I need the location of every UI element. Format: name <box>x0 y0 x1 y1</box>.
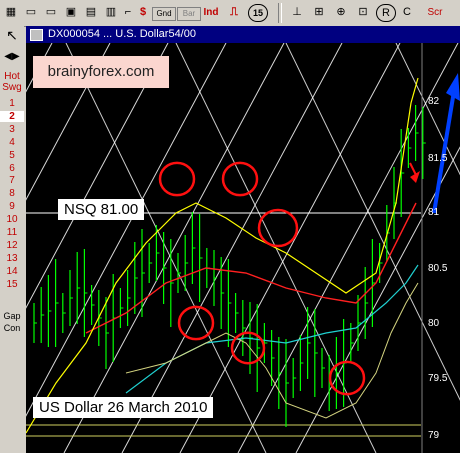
split-icon[interactable]: ⊞ <box>310 3 328 22</box>
y-tick-label: 82 <box>428 96 440 107</box>
y-tick-label: 80.5 <box>428 263 448 274</box>
highlight-circle <box>328 360 366 396</box>
toolbar-separator <box>278 3 282 23</box>
wave-icon[interactable]: ⎍ <box>224 3 244 22</box>
caption-label: US Dollar 26 March 2010 <box>33 397 214 418</box>
chart-titlebar: DX000054 ... U.S. Dollar54/00 <box>26 26 460 43</box>
gann-line-up <box>63 43 285 453</box>
dollar-icon[interactable]: $ <box>136 3 150 22</box>
hot-swing-item[interactable]: 11 <box>0 227 24 238</box>
hot-label: Hot <box>4 71 20 82</box>
bar-button[interactable]: Bar <box>177 7 201 21</box>
grid-icon[interactable]: ⊡ <box>354 3 372 22</box>
hot-swing-item[interactable]: 10 <box>0 214 24 225</box>
y-tick-label: 81.5 <box>428 153 448 164</box>
gann-line-up <box>26 43 227 417</box>
window-icon <box>30 29 43 41</box>
y-tick-label: 79.5 <box>428 373 448 384</box>
gnd-button[interactable]: Gnd <box>152 7 176 21</box>
highlight-circle <box>257 208 299 248</box>
hot-swing-item[interactable]: 5 <box>0 150 24 161</box>
toolbar: ▦ ▭ ▭ ▣ ▤ ▥ ⌐ $ Gnd Bar Ind ⎍ 15 ⊥ ⊞ ⊕ ⊡… <box>0 0 460 27</box>
hot-swing-item[interactable]: 1 <box>0 98 24 109</box>
tools-icon[interactable]: ⌐ <box>120 3 136 22</box>
new-chart-icon[interactable]: ▦ <box>2 3 20 22</box>
scroll-arrows-icon[interactable]: ◀▶ <box>0 52 24 62</box>
gann-line-up <box>237 43 459 453</box>
hot-swing-item[interactable]: 12 <box>0 240 24 251</box>
period-button[interactable]: 15 <box>248 4 268 22</box>
brand-label: brainyforex.com <box>33 56 169 88</box>
arrow-pointer-icon[interactable]: ↖ <box>0 28 24 42</box>
hot-swing-item[interactable]: 9 <box>0 201 24 212</box>
red-moving-average <box>85 202 417 334</box>
blue-arrow <box>432 90 456 214</box>
chart-window: DX000054 ... U.S. Dollar54/00 <box>26 26 460 453</box>
hot-swing-item[interactable]: 4 <box>0 137 24 148</box>
y-tick-label: 80 <box>428 318 440 329</box>
highlight-circle <box>177 305 215 341</box>
hot-swing-item[interactable]: 15 <box>0 279 24 290</box>
save-icon[interactable]: ▣ <box>62 3 80 22</box>
scr-button[interactable]: Scr <box>424 3 446 22</box>
gann-line-down <box>65 43 267 453</box>
gann-line-up <box>121 43 343 453</box>
chart-icon[interactable]: ▤ <box>82 3 100 22</box>
hot-swing-item[interactable]: 2 <box>0 110 24 122</box>
ind-button[interactable]: Ind <box>202 3 220 22</box>
chart-window-title: DX000054 ... U.S. Dollar54/00 <box>48 28 196 40</box>
hot-swing-item[interactable]: 7 <box>0 175 24 186</box>
swg-label: Swg <box>2 82 22 93</box>
hot-swing-item[interactable]: 14 <box>0 266 24 277</box>
crosshair-icon[interactable]: ⊥ <box>288 3 306 22</box>
price-chart[interactable] <box>26 43 460 453</box>
nsq-label: NSQ 81.00 <box>58 199 145 220</box>
red-arrow <box>409 162 417 176</box>
hot-swing-item[interactable]: 3 <box>0 124 24 135</box>
zoom-icon[interactable]: ⊕ <box>332 3 350 22</box>
c-button[interactable]: C <box>400 3 414 22</box>
highlight-circle <box>221 161 259 197</box>
open-folder-icon[interactable]: ▭ <box>22 3 40 22</box>
gap-label[interactable]: Gap <box>0 311 24 321</box>
y-tick-label: 79 <box>428 430 440 441</box>
y-tick-label: 81 <box>428 207 440 218</box>
hot-swing-item[interactable]: 13 <box>0 253 24 264</box>
sidebar: ↖ ◀▶ Hot Swg 1 2 3 4 5 6 7 8 9 10 11 12 13 14 15 Gap C… <box>0 26 24 453</box>
print-icon[interactable]: ▥ <box>102 3 120 22</box>
hot-swing-item[interactable]: 8 <box>0 188 24 199</box>
hot-swing-item[interactable]: 6 <box>0 163 24 174</box>
r-button[interactable]: R <box>376 4 396 22</box>
highlight-circle <box>158 161 196 197</box>
con-label[interactable]: Con <box>0 323 24 333</box>
gann-line-up <box>179 43 401 453</box>
open-file-icon[interactable]: ▭ <box>42 3 60 22</box>
